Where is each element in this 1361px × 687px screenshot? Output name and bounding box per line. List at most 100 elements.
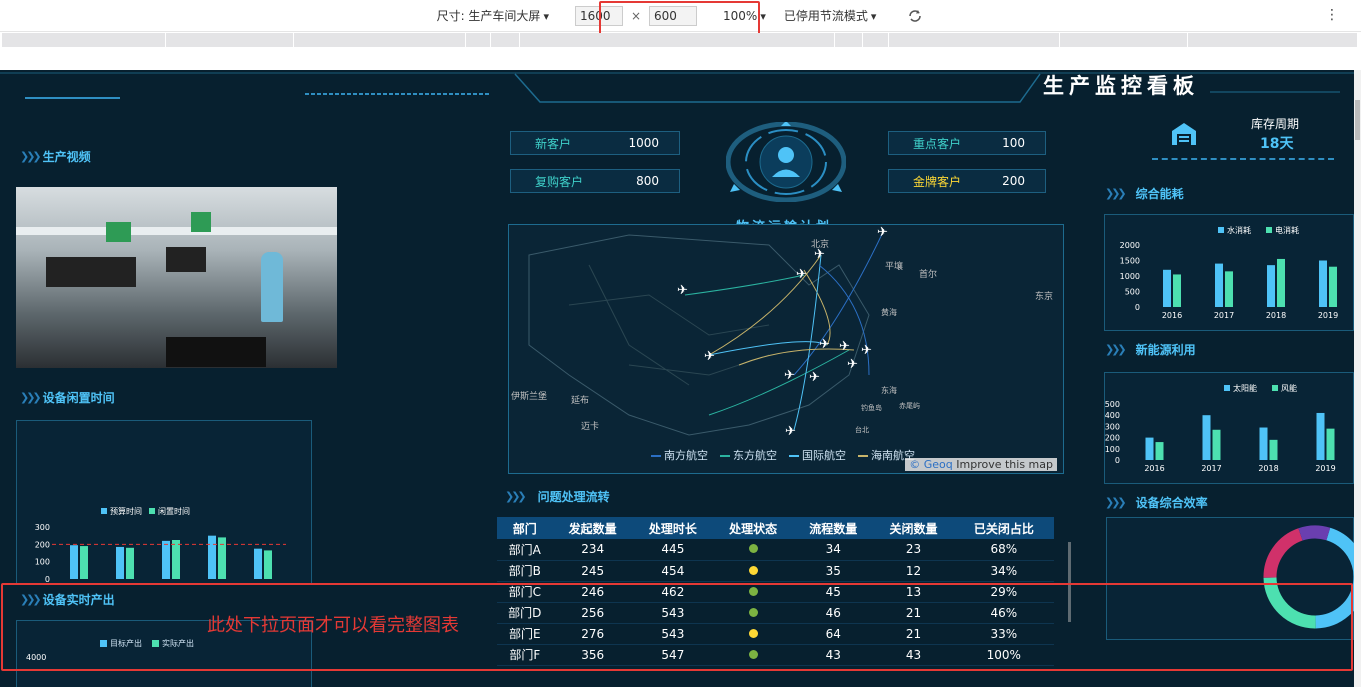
plane-icon: ✈ — [839, 339, 850, 354]
status-dot-icon — [748, 565, 758, 575]
issue-flow-heading: ❯❯❯ 问题处理流转 — [505, 490, 610, 504]
inventory-divider — [1152, 158, 1334, 160]
table-row[interactable]: 部门B 245 454 35 12 34% — [497, 560, 1054, 582]
y-tick-label: 100 — [35, 558, 50, 567]
renewable-chart: 太阳能 风能 500 400 300 200 100 0 2016 2017 2018 2019 — [1105, 383, 1336, 473]
y-tick-label: 0 — [1135, 303, 1140, 312]
improve-map-link[interactable]: Improve this map — [956, 458, 1053, 471]
legend-eastern: 东方航空 — [720, 447, 777, 463]
legend-label: 水消耗 — [1227, 225, 1251, 235]
legend-label: 闲置时间 — [158, 506, 190, 516]
x-tick-label: 2019 — [1318, 311, 1338, 320]
bar — [1145, 437, 1154, 460]
plane-icon: ✈ — [784, 368, 795, 383]
table-cell-ratio: 68% — [953, 539, 1054, 561]
stat-key-customers: 重点客户 100 — [888, 131, 1046, 155]
bar — [1202, 415, 1211, 460]
table-cell-flows: 34 — [793, 539, 874, 561]
table-header-cell: 流程数量 — [793, 517, 874, 539]
y-tick-label: 1000 — [1120, 272, 1140, 281]
table-header-cell: 处理时长 — [632, 517, 713, 539]
map-place: 首尔 — [919, 270, 938, 280]
bar — [70, 545, 78, 579]
bar — [1212, 429, 1221, 460]
inventory-value: 18天 — [1260, 136, 1294, 152]
inventory-label: 库存周期 — [1251, 117, 1300, 131]
map-place: 赤尾屿 — [899, 402, 920, 410]
bar — [172, 540, 180, 579]
page-scrollbar[interactable] — [1354, 70, 1361, 687]
map-place: 延布 — [571, 396, 590, 406]
map-attribution[interactable]: © Geoq Improve this map — [905, 458, 1057, 471]
x-tick-label: 2016 — [1144, 464, 1164, 473]
device-size-dropdown[interactable]: 尺寸: 生产车间大屏 — [437, 7, 549, 24]
legend-swatch — [149, 508, 155, 514]
y-tick-label: 300 — [35, 523, 50, 532]
table-cell-dept: 部门B — [497, 560, 553, 582]
rotate-icon[interactable] — [906, 7, 924, 25]
table-cell-count: 234 — [552, 539, 633, 561]
x-tick-label: 2016 — [1162, 311, 1182, 320]
table-cell-duration: 445 — [632, 539, 713, 561]
y-tick-label: 400 — [1105, 411, 1120, 420]
bar — [1269, 439, 1278, 460]
dashboard-title: 生产监控看板 — [1043, 74, 1199, 98]
idle-time-heading: ❯❯❯ 设备闲置时间 — [20, 391, 115, 405]
y-tick-label: 100 — [1105, 445, 1120, 454]
bar — [1259, 427, 1268, 460]
plane-icon: ✈ — [796, 267, 807, 282]
efficiency-heading: ❯❯❯ 设备综合效率 — [1105, 496, 1208, 510]
table-header-cell: 已关闭占比 — [953, 517, 1054, 539]
legend-swatch — [1224, 385, 1230, 391]
legend-swatch — [101, 508, 107, 514]
y-tick-label: 0 — [1115, 456, 1120, 465]
energy-heading: ❯❯❯ 综合能耗 — [1105, 187, 1184, 201]
table-header-cell: 发起数量 — [552, 517, 633, 539]
table-header-row: 部门 发起数量 处理时长 处理状态 流程数量 关闭数量 已关闭占比 — [497, 517, 1054, 539]
map-place: 钓鱼岛 — [861, 404, 882, 412]
stat-new-customers: 新客户 1000 — [510, 131, 680, 155]
bar — [1319, 260, 1327, 307]
table-cell-count: 245 — [552, 560, 633, 582]
donut-slice — [1298, 525, 1331, 541]
logistics-map[interactable]: ✈ ✈ ✈ ✈ ✈ ✈ ✈ ✈ ✈ ✈ ✈ ✈ 北京 平壤 首尔 东京 黄海 东… — [508, 224, 1064, 474]
bar — [116, 546, 124, 579]
map-place: 东海 — [881, 386, 897, 395]
legend-swatch — [1266, 227, 1272, 233]
production-video-heading: ❯❯❯ 生产视频 — [20, 150, 91, 164]
map-place: 台北 — [855, 426, 869, 434]
more-options-icon[interactable]: ⋮ — [1325, 7, 1339, 23]
bar — [80, 546, 88, 579]
map-place: 迈卡 — [581, 422, 600, 432]
plane-icon: ✈ — [809, 370, 820, 385]
bar — [218, 537, 226, 579]
map-place: 平壤 — [885, 262, 904, 272]
map-place: 伊斯兰堡 — [511, 392, 548, 402]
geoq-link[interactable]: © Geoq — [909, 458, 953, 471]
y-tick-label: 1500 — [1120, 257, 1140, 266]
legend-label: 风能 — [1281, 383, 1297, 393]
bar — [1277, 258, 1285, 307]
table-header-cell: 关闭数量 — [873, 517, 954, 539]
legend-southern: 南方航空 — [651, 447, 708, 463]
throttle-dropdown[interactable]: 已停用节流模式 — [784, 7, 877, 24]
scrollbar-thumb[interactable] — [1355, 100, 1360, 140]
table-row[interactable]: 部门A 234 445 34 23 68% — [497, 539, 1054, 561]
x-tick-label: 2017 — [1201, 464, 1221, 473]
bar — [264, 550, 272, 579]
table-cell-duration: 454 — [632, 560, 713, 582]
map-place: 黄海 — [881, 308, 897, 317]
production-video[interactable] — [16, 187, 337, 368]
legend-label: 太阳能 — [1233, 383, 1257, 393]
bar — [1267, 265, 1275, 307]
y-tick-label: 500 — [1105, 400, 1120, 409]
table-cell-closed: 23 — [873, 539, 954, 561]
map-place: 东京 — [1035, 292, 1054, 302]
stat-gold-customers: 金牌客户 200 — [888, 169, 1046, 193]
x-tick-label: 2018 — [1266, 311, 1286, 320]
plane-icon: ✈ — [861, 343, 872, 358]
bar — [208, 535, 216, 579]
stat-repeat-customers: 复购客户 800 — [510, 169, 680, 193]
plane-icon: ✈ — [785, 424, 796, 439]
energy-chart: 水消耗 电消耗 2000 1500 1000 500 0 2016 2017 2018 2019 — [1120, 225, 1339, 320]
